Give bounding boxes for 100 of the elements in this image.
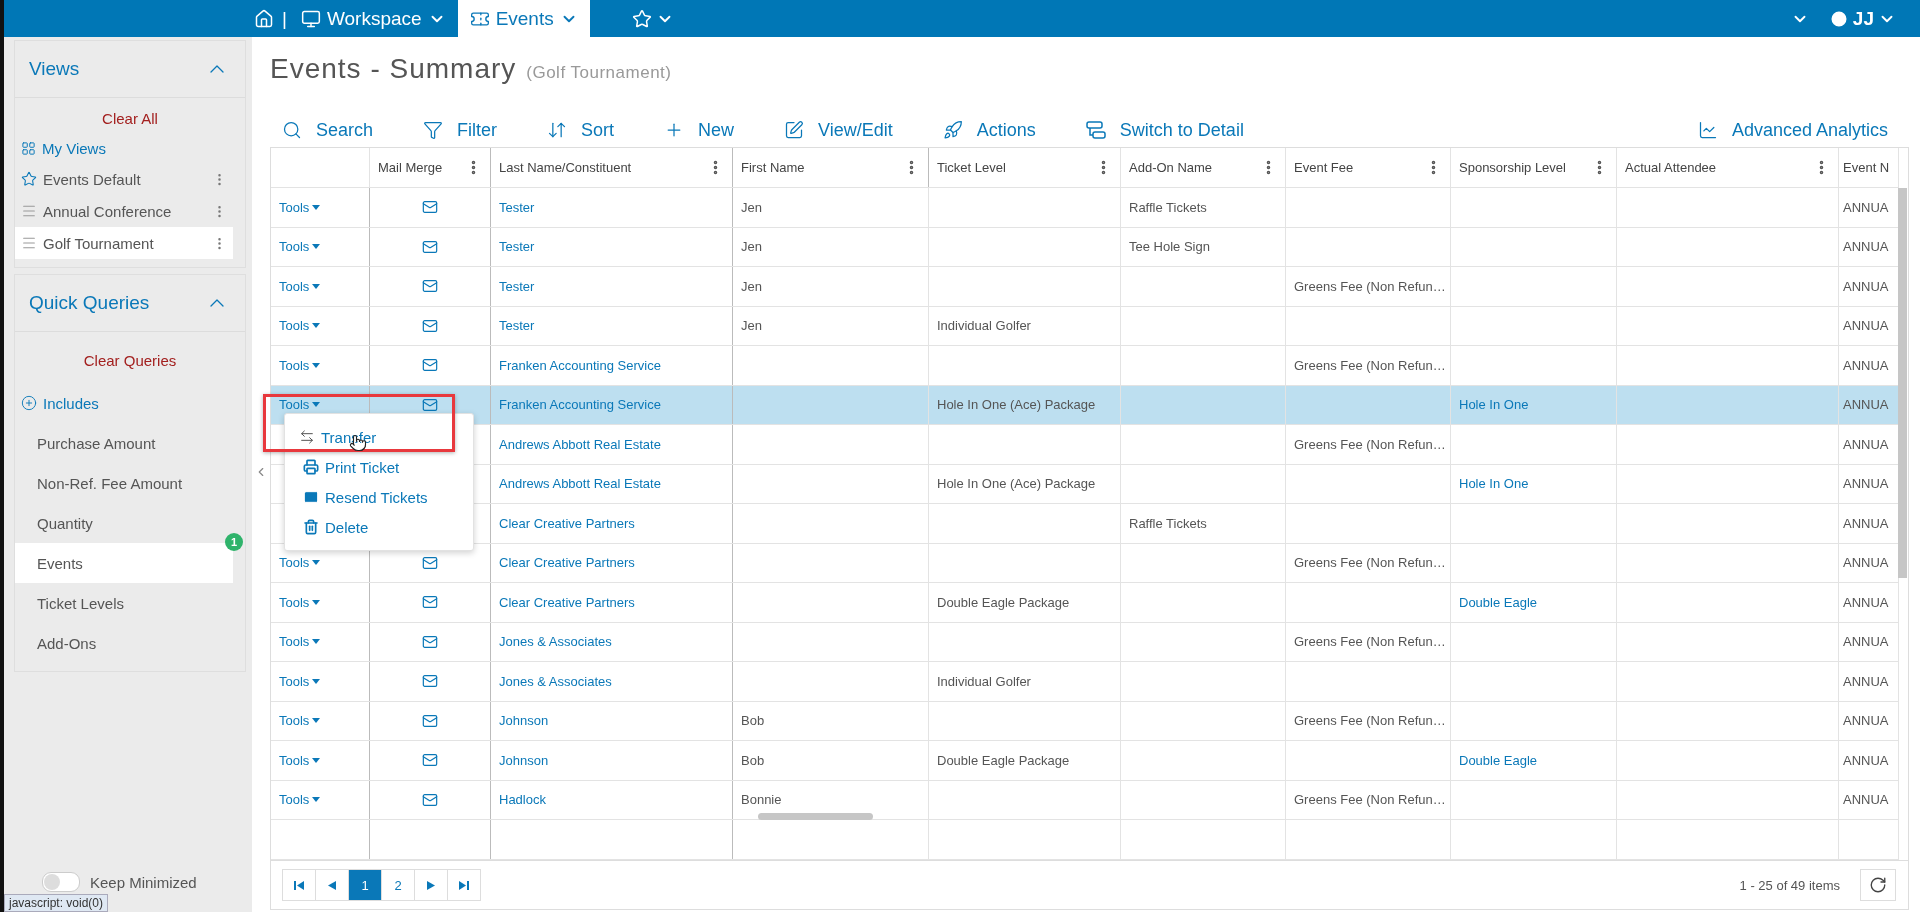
table-link[interactable]: Clear Creative Partners: [499, 594, 635, 610]
horizontal-scrollbar[interactable]: [758, 813, 873, 820]
table-link[interactable]: Andrews Abbott Real Estate: [499, 476, 661, 492]
query-item[interactable]: Purchase Amount: [15, 423, 233, 463]
table-link[interactable]: Tester: [499, 318, 535, 334]
table-link[interactable]: Johnson: [499, 713, 549, 729]
table-row[interactable]: Tools Clear Creative Partners Double Eagle Package Double Eagle ANNUA: [271, 583, 1899, 623]
toolbar-button[interactable]: Filter: [411, 119, 510, 141]
page-button[interactable]: 1: [348, 869, 382, 901]
table-link[interactable]: Johnson: [499, 752, 549, 768]
table-link[interactable]: Clear Creative Partners: [499, 515, 635, 531]
tools-dropdown[interactable]: Tools: [279, 239, 321, 255]
query-item[interactable]: Ticket Levels: [15, 583, 233, 623]
table-cell: Jen: [741, 278, 762, 294]
table-link[interactable]: Tester: [499, 278, 535, 294]
table-row[interactable]: Tools Tester Jen Greens Fee (Non Refun… ANNUA: [271, 267, 1899, 307]
mail-icon[interactable]: [422, 752, 438, 769]
mail-icon[interactable]: [422, 199, 438, 216]
table-row[interactable]: Tools Tester Jen Raffle Tickets ANNUA: [271, 188, 1899, 228]
table-link[interactable]: Jones & Associates: [499, 634, 612, 650]
page-button[interactable]: 2: [381, 869, 415, 901]
clear-all-link[interactable]: Clear All: [102, 110, 158, 127]
table-link[interactable]: Jones & Associates: [499, 673, 612, 689]
tools-dropdown[interactable]: Tools: [279, 555, 321, 571]
table-row[interactable]: Tools Johnson Bob Double Eagle Package Double Eagle ANNUA: [271, 741, 1899, 781]
mail-icon[interactable]: [422, 238, 438, 255]
last-page-button[interactable]: [447, 869, 481, 901]
table-row[interactable]: Tools Johnson Bob Greens Fee (Non Refun… ANNUA: [271, 701, 1899, 741]
tools-dropdown[interactable]: Tools: [279, 199, 321, 215]
toolbar-button[interactable]: Search: [270, 119, 386, 141]
table-row[interactable]: Tools Hadlock Bonnie Greens Fee (Non Refun… ANNUA: [271, 780, 1899, 820]
menu-item[interactable]: Delete: [285, 512, 473, 542]
table-row[interactable]: Tools Tester Jen Individual Golfer ANNUA: [271, 306, 1899, 346]
tools-dropdown[interactable]: Tools: [279, 673, 321, 689]
user-menu-button[interactable]: JJ: [1828, 7, 1896, 30]
mail-icon[interactable]: [422, 396, 438, 413]
mail-icon[interactable]: [422, 712, 438, 729]
tools-dropdown[interactable]: Tools: [279, 713, 321, 729]
table-row[interactable]: Tools Clear Creative Partners Greens Fee (Non Refun… ANNUA: [271, 543, 1899, 583]
mail-icon[interactable]: [422, 554, 438, 571]
table-row[interactable]: Tools Tester Jen Tee Hole Sign ANNUA: [271, 227, 1899, 267]
drag-handle-icon: [21, 235, 37, 251]
next-page-button[interactable]: [414, 869, 448, 901]
table-link[interactable]: Andrews Abbott Real Estate: [499, 436, 661, 452]
table-row[interactable]: Tools Franken Accounting Service Hole In One (Ace) Package Hole In One ANNUA: [271, 385, 1899, 425]
view-item[interactable]: Golf Tournament: [15, 227, 233, 259]
mail-icon[interactable]: [422, 317, 438, 334]
mail-icon[interactable]: [422, 278, 438, 295]
table-cell: ANNUA: [1843, 318, 1889, 334]
table-link[interactable]: Double Eagle: [1459, 752, 1538, 768]
nav-tab[interactable]: Workspace: [288, 0, 458, 37]
analytics-button[interactable]: Advanced Analytics: [1685, 119, 1900, 141]
table-link[interactable]: Tester: [499, 199, 535, 215]
mail-icon[interactable]: [422, 673, 438, 690]
table-link[interactable]: Tester: [499, 239, 535, 255]
table-row[interactable]: Tools Franken Accounting Service Greens Fee (Non Refun… ANNUA: [271, 346, 1899, 386]
clear-queries-link[interactable]: Clear Queries: [83, 352, 177, 369]
tools-dropdown[interactable]: Tools: [279, 792, 321, 808]
mail-icon[interactable]: [422, 594, 438, 611]
table-cell: ANNUA: [1843, 515, 1889, 531]
vertical-scrollbar[interactable]: [1898, 188, 1907, 578]
user-avatar-icon: [1828, 8, 1849, 29]
nav-tab[interactable]: Events: [457, 0, 590, 37]
tools-dropdown[interactable]: Tools: [279, 278, 321, 294]
table-row[interactable]: Tools Jones & Associates Greens Fee (Non Refun… ANNUA: [271, 622, 1899, 662]
view-item[interactable]: Events Default: [15, 163, 233, 195]
table-link[interactable]: Hadlock: [499, 792, 546, 808]
table-link[interactable]: Hole In One: [1459, 397, 1529, 413]
table-link[interactable]: Franken Accounting Service: [499, 397, 661, 413]
view-item[interactable]: Annual Conference: [15, 195, 233, 227]
tools-dropdown[interactable]: Tools: [279, 634, 321, 650]
first-page-button[interactable]: [282, 869, 316, 901]
tools-dropdown[interactable]: Tools: [279, 318, 321, 334]
table-cell: Greens Fee (Non Refun…: [1294, 357, 1446, 373]
table-link[interactable]: Franken Accounting Service: [499, 357, 661, 373]
tools-dropdown[interactable]: Tools: [279, 752, 321, 768]
query-item[interactable]: Add-Ons: [15, 623, 233, 663]
mail-icon[interactable]: [422, 357, 438, 374]
mail-icon[interactable]: [422, 791, 438, 808]
panel-title: Quick Queries: [29, 292, 150, 314]
includes-link[interactable]: Includes: [15, 383, 233, 423]
table-link[interactable]: Clear Creative Partners: [499, 555, 635, 571]
table-link[interactable]: Hole In One: [1459, 476, 1529, 492]
tools-dropdown[interactable]: Tools: [279, 594, 321, 610]
toolbar-button[interactable]: Switch to Detail: [1073, 119, 1256, 141]
tools-dropdown[interactable]: Tools: [279, 397, 321, 413]
table-link[interactable]: Double Eagle: [1459, 594, 1538, 610]
refresh-button[interactable]: [1860, 869, 1896, 901]
toolbar-button[interactable]: View/Edit: [772, 119, 905, 141]
toggle-switch[interactable]: [42, 872, 80, 892]
my-views-link[interactable]: My Views: [15, 133, 233, 163]
toolbar-button[interactable]: New: [652, 119, 747, 141]
query-item[interactable]: Non-Ref. Fee Amount: [15, 463, 233, 503]
previous-page-button[interactable]: [315, 869, 349, 901]
table-row[interactable]: Tools Jones & Associates Individual Golfer ANNUA: [271, 662, 1899, 702]
toolbar-button[interactable]: Actions: [930, 119, 1048, 141]
toolbar-button[interactable]: Sort: [535, 119, 627, 141]
tools-dropdown[interactable]: Tools: [279, 357, 321, 373]
mail-icon[interactable]: [422, 633, 438, 650]
table-cell: Jen: [741, 318, 762, 334]
